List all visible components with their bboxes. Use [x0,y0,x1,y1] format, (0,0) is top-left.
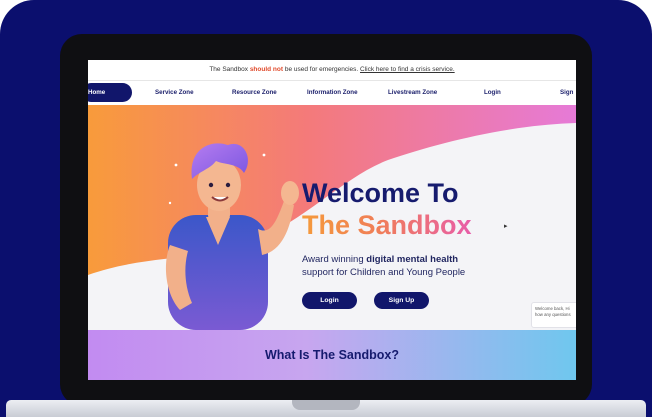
nav-login[interactable]: Login [484,81,501,105]
chat-widget-message[interactable]: Welcome back, Hi how any questions [531,302,576,328]
main-nav: Home Service Zone Resource Zone Informat… [88,81,576,105]
crisis-service-link[interactable]: Click here to find a crisis service. [360,66,455,73]
about-section: What Is The Sandbox? [88,330,576,380]
emergency-alert-bar: The Sandbox should not be used for emerg… [88,60,576,81]
nav-resource-zone[interactable]: Resource Zone [232,81,277,105]
hero-title-line2: The Sandbox [302,210,472,240]
hero-tagline-line2: support for Children and Young People [302,267,466,278]
laptop-screen: The Sandbox should not be used for emerg… [88,60,576,380]
nav-home[interactable]: Home [88,83,132,102]
nav-livestream-zone[interactable]: Livestream Zone [388,81,437,105]
nav-sign-up[interactable]: Sign [560,81,573,105]
about-title: What Is The Sandbox? [264,348,400,362]
mouse-cursor-icon: ▸ [504,223,508,230]
nav-information-zone[interactable]: Information Zone [307,81,358,105]
alert-middle: be used for emergencies. [284,66,359,73]
laptop-hinge [292,400,360,410]
tagline-prefix: Award winning [302,254,364,265]
hero-title-line1: Welcome To [302,178,459,208]
tagline-bold: digital mental health [366,254,459,265]
nav-service-zone[interactable]: Service Zone [155,81,194,105]
alert-prefix: The Sandbox [209,66,248,73]
laptop-mockup: The Sandbox should not be used for emerg… [0,0,652,417]
hero-signup-button[interactable]: Sign Up [374,292,429,309]
hero-tagline-line1: Award winning digital mental health [302,254,458,265]
alert-warning: should not [249,66,284,73]
hero-login-button[interactable]: Login [302,292,357,309]
